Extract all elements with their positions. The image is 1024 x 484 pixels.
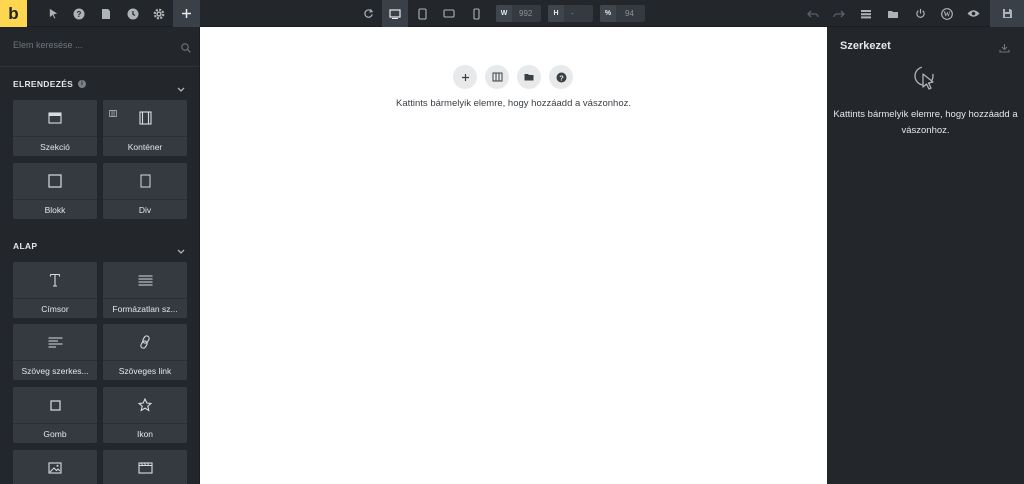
tile-label: Ikon	[103, 423, 187, 443]
tile-label: Címsor	[13, 298, 97, 318]
width-label: W	[496, 5, 512, 22]
canvas-templates-button[interactable]	[517, 65, 541, 89]
zoom-label: %	[600, 5, 616, 22]
settings-icon[interactable]	[146, 0, 172, 27]
container-icon	[103, 100, 187, 136]
element-tile-button[interactable]: Gomb	[13, 387, 97, 443]
help-icon[interactable]: ?	[66, 0, 92, 27]
element-tile-heading[interactable]: Címsor	[13, 262, 97, 318]
help-icon: ?	[556, 72, 566, 82]
element-tile-div[interactable]: Div	[103, 163, 187, 219]
add-icon	[461, 73, 469, 81]
save-icon[interactable]	[990, 0, 1024, 27]
preview-icon[interactable]	[960, 0, 986, 27]
power-icon[interactable]	[907, 0, 933, 27]
svg-text:?: ?	[559, 73, 564, 82]
canvas-add-button[interactable]	[453, 65, 477, 89]
download-icon[interactable]	[999, 40, 1010, 58]
width-value[interactable]: 992	[512, 9, 532, 18]
tile-label: Szekció	[13, 136, 97, 156]
history-icon[interactable]	[120, 0, 146, 27]
canvas-help-button[interactable]: ?	[549, 65, 573, 89]
cursor-click-icon	[913, 65, 939, 98]
block-icon	[13, 163, 97, 199]
tile-label: Blokk	[13, 199, 97, 219]
image-icon	[13, 450, 97, 484]
heading-icon	[13, 262, 97, 298]
svg-text:W: W	[944, 10, 951, 18]
element-tile-section[interactable]: Szekció	[13, 100, 97, 156]
video-icon	[103, 450, 187, 484]
undo-icon[interactable]	[800, 0, 826, 27]
structure-icon[interactable]	[853, 0, 879, 27]
zoom-value[interactable]: 94	[616, 9, 634, 18]
width-field[interactable]: W 992	[496, 5, 541, 22]
tile-label: Szöveges link	[103, 360, 187, 380]
tile-label: Div	[103, 199, 187, 219]
element-tile-text-link[interactable]: Szöveges link	[103, 324, 187, 380]
undo-reload-icon[interactable]	[355, 0, 381, 27]
canvas-empty-message: Kattints bármelyik elemre, hogy hozzáadd…	[396, 98, 631, 109]
folder-icon	[524, 74, 534, 81]
pointer-icon[interactable]	[40, 0, 66, 27]
elements-sidebar: Elem keresése ... ELRENDEZÉS i Szekció K…	[0, 27, 200, 484]
element-tile-image[interactable]	[13, 450, 97, 484]
columns-icon	[492, 72, 502, 82]
chevron-down-icon[interactable]	[177, 80, 185, 98]
element-tile-icon[interactable]: Ikon	[103, 387, 187, 443]
chevron-down-icon[interactable]	[177, 242, 185, 260]
section-basic-title[interactable]: ALAP	[13, 241, 37, 251]
element-tile-basic-text[interactable]: Formázatlan sz...	[103, 262, 187, 318]
tablet-landscape-icon[interactable]	[436, 0, 462, 27]
element-tile-container[interactable]: Konténer	[103, 100, 187, 156]
button-icon	[13, 387, 97, 423]
app-logo[interactable]: b	[0, 0, 27, 27]
svg-text:?: ?	[77, 10, 82, 19]
tile-label: Konténer	[103, 136, 187, 156]
text-lines-icon	[103, 262, 187, 298]
height-value[interactable]: -	[564, 9, 574, 18]
mobile-icon[interactable]	[463, 0, 489, 27]
tablet-portrait-icon[interactable]	[409, 0, 435, 27]
height-label: H	[548, 5, 564, 22]
info-icon[interactable]: i	[78, 80, 87, 88]
panel-title: Szerkezet	[840, 40, 891, 52]
element-tile-block[interactable]: Blokk	[13, 163, 97, 219]
folder-icon[interactable]	[880, 0, 906, 27]
tile-label: Formázatlan sz...	[103, 298, 187, 318]
desktop-icon[interactable]	[382, 0, 408, 27]
tile-label: Gomb	[13, 423, 97, 443]
div-icon	[103, 163, 187, 199]
panel-empty-message: Kattints bármelyik elemre, hogy hozzáadd…	[833, 109, 1018, 136]
search-icon[interactable]	[181, 40, 191, 58]
builder-canvas[interactable]: ? Kattints bármelyik elemre, hogy hozzáa…	[200, 27, 827, 484]
height-field[interactable]: H -	[548, 5, 593, 22]
tile-label: Szöveg szerkes...	[13, 360, 97, 380]
top-toolbar: b ? W 992 H - % 94 W	[0, 0, 1024, 27]
link-icon	[103, 324, 187, 360]
star-icon	[103, 387, 187, 423]
structure-panel: Szerkezet Kattints bármelyik elemre, hog…	[827, 27, 1024, 484]
canvas-columns-button[interactable]	[485, 65, 509, 89]
section-layout-title[interactable]: ELRENDEZÉS i	[13, 79, 87, 89]
search-input[interactable]: Elem keresése ...	[13, 40, 83, 50]
zoom-field[interactable]: % 94	[600, 5, 645, 22]
redo-icon[interactable]	[826, 0, 852, 27]
element-tile-rich-text[interactable]: Szöveg szerkes...	[13, 324, 97, 380]
pages-icon[interactable]	[93, 0, 119, 27]
element-tile-video[interactable]	[103, 450, 187, 484]
add-icon[interactable]	[173, 0, 200, 27]
wordpress-icon[interactable]: W	[934, 0, 960, 27]
rich-text-icon	[13, 324, 97, 360]
element-search[interactable]: Elem keresése ...	[0, 27, 199, 67]
section-icon	[13, 100, 97, 136]
